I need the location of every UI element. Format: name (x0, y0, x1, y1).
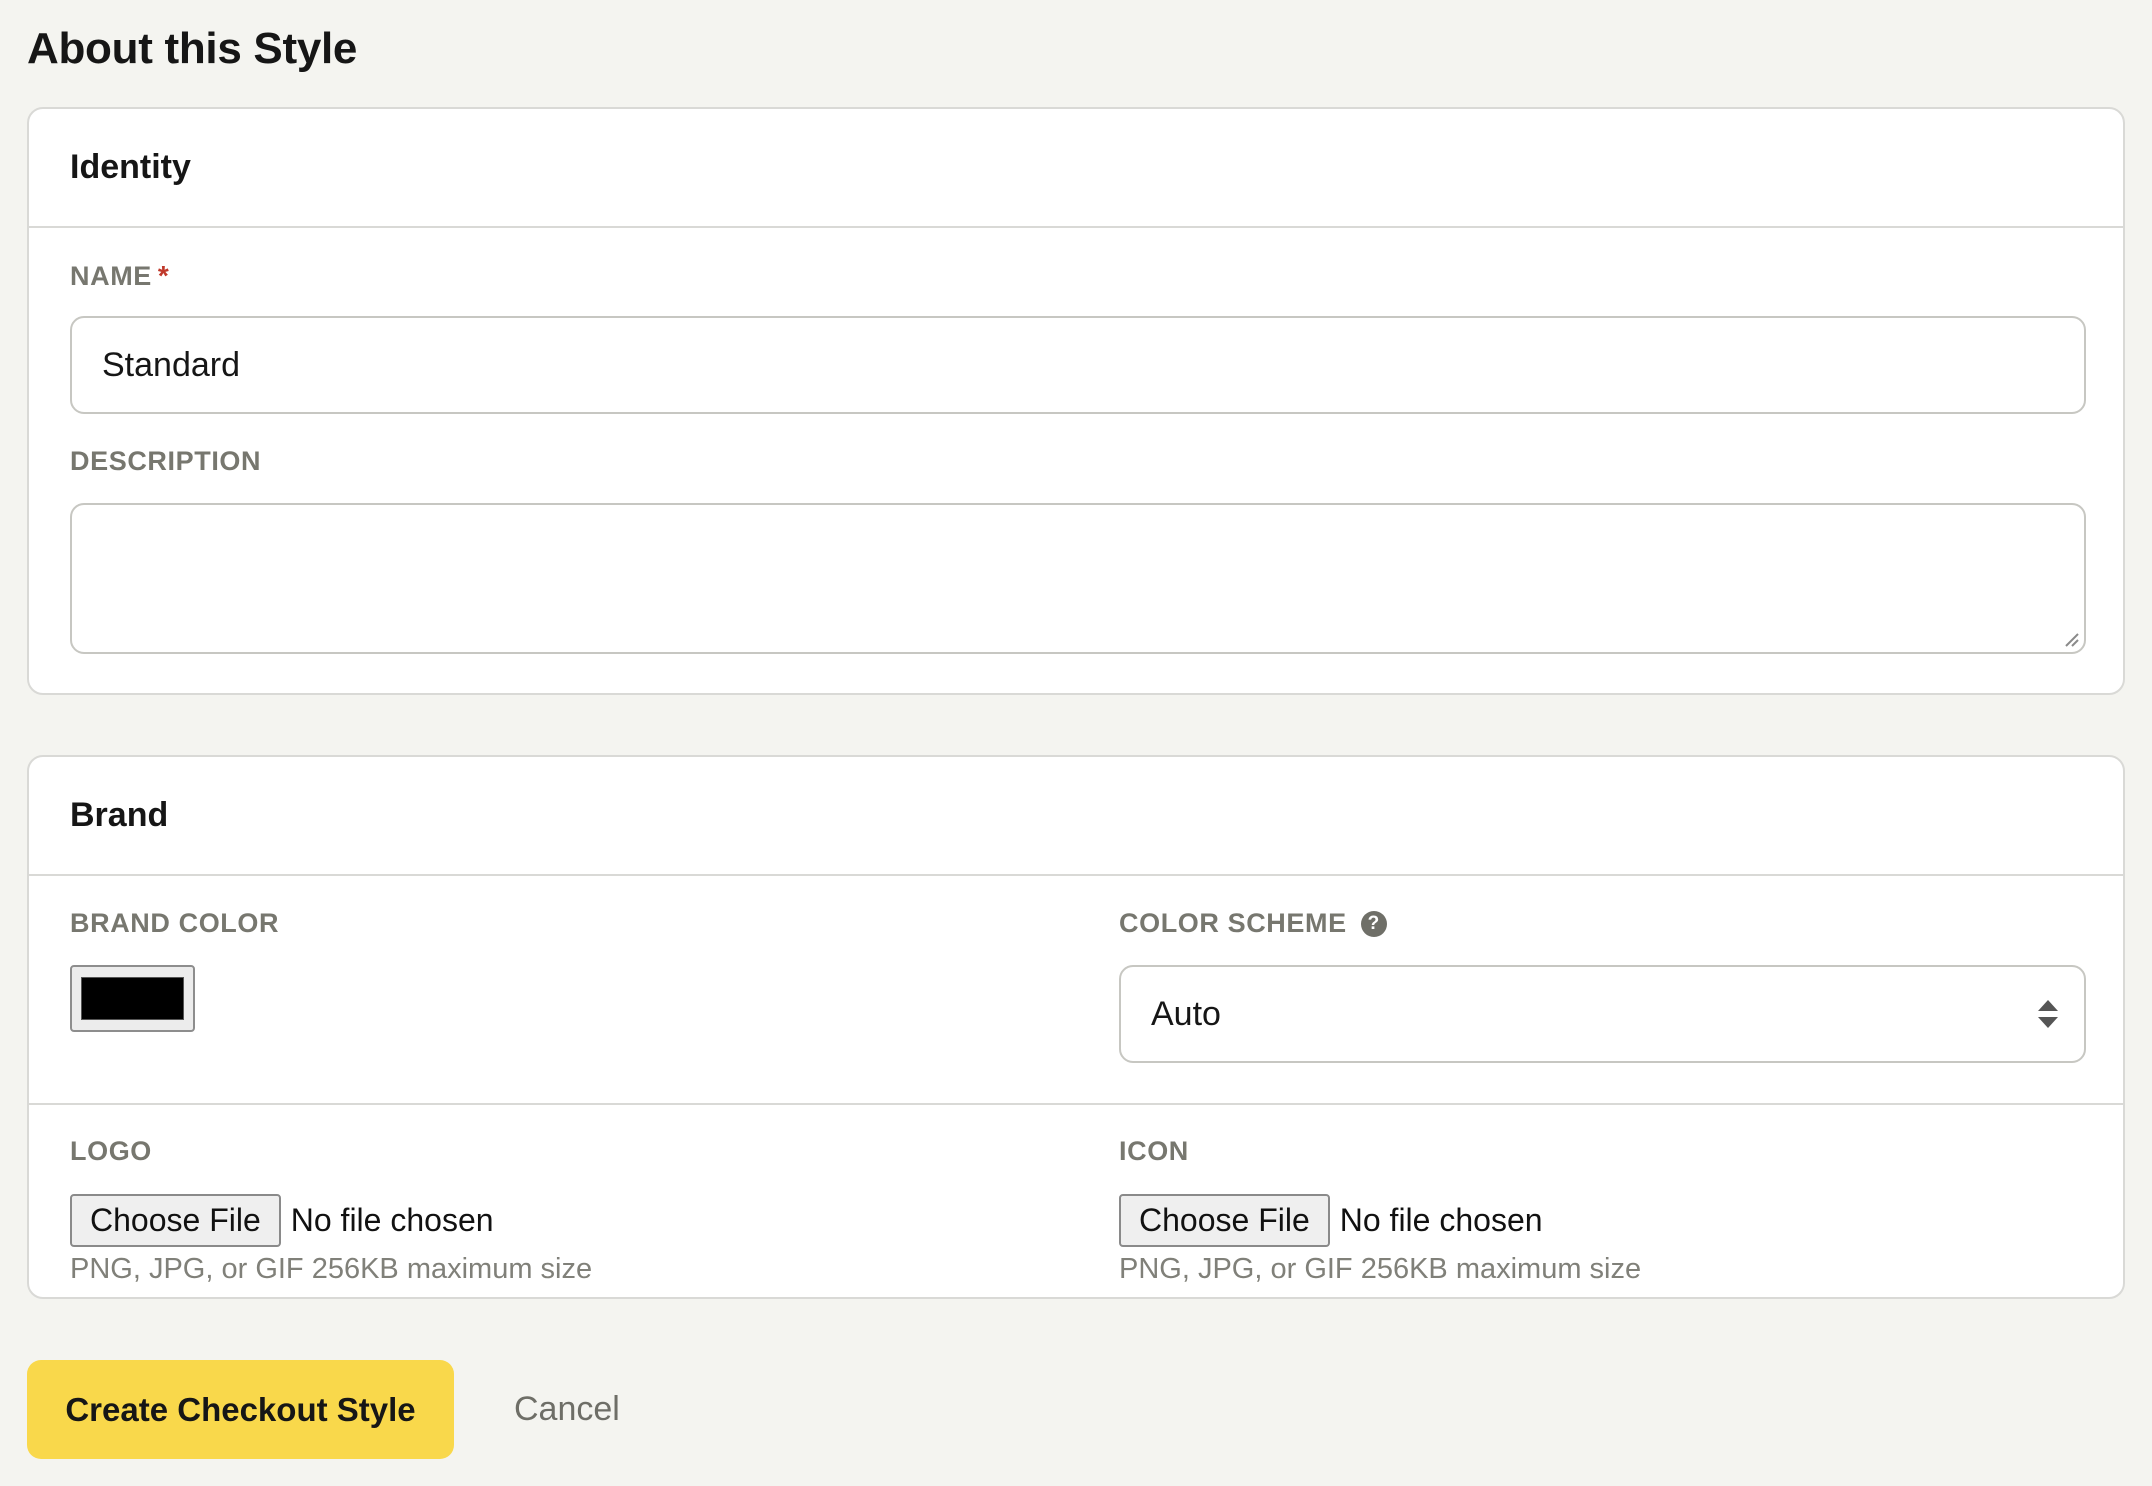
brand-color-fill (81, 977, 184, 1020)
identity-card-header: Identity (29, 109, 2123, 228)
color-scheme-value: Auto (1151, 994, 1221, 1033)
name-label: NAME * (70, 260, 169, 292)
logo-label: LOGO (70, 1136, 152, 1166)
logo-file-input: Choose File No file chosen (70, 1194, 494, 1247)
select-arrows-icon (2038, 1000, 2058, 1028)
required-asterisk: * (157, 260, 170, 291)
brand-divider (29, 1103, 2123, 1105)
icon-file-input: Choose File No file chosen (1119, 1194, 1543, 1247)
page-title: About this Style (27, 24, 358, 73)
color-scheme-label: COLOR SCHEME ? (1119, 908, 1387, 939)
logo-choose-file-button[interactable]: Choose File (70, 1194, 281, 1247)
icon-file-hint: PNG, JPG, or GIF 256KB maximum size (1119, 1253, 1642, 1285)
brand-color-picker[interactable] (70, 965, 195, 1032)
name-input-value: Standard (102, 345, 240, 384)
color-scheme-label-text: COLOR SCHEME (1119, 908, 1347, 938)
description-textarea[interactable] (70, 503, 2086, 654)
create-checkout-style-button[interactable]: Create Checkout Style (27, 1360, 454, 1459)
cancel-link[interactable]: Cancel (514, 1360, 620, 1459)
question-circle-icon[interactable]: ? (1360, 910, 1387, 937)
name-input[interactable]: Standard (70, 316, 2086, 414)
brand-color-label: BRAND COLOR (70, 908, 280, 938)
icon-label: ICON (1119, 1136, 1189, 1166)
brand-card: Brand BRAND COLOR COLOR SCHEME ? Auto LO… (27, 755, 2125, 1299)
logo-file-status: No file chosen (290, 1202, 494, 1238)
icon-choose-file-button[interactable]: Choose File (1119, 1194, 1330, 1247)
name-label-text: NAME (70, 260, 152, 291)
color-scheme-select[interactable]: Auto (1119, 965, 2086, 1063)
resize-handle-icon[interactable] (2062, 630, 2080, 648)
brand-card-header: Brand (29, 757, 2123, 876)
identity-card: Identity NAME * Standard DESCRIPTION (27, 107, 2125, 695)
description-label: DESCRIPTION (70, 446, 262, 476)
icon-file-status: No file chosen (1339, 1202, 1543, 1238)
logo-file-hint: PNG, JPG, or GIF 256KB maximum size (70, 1253, 593, 1285)
